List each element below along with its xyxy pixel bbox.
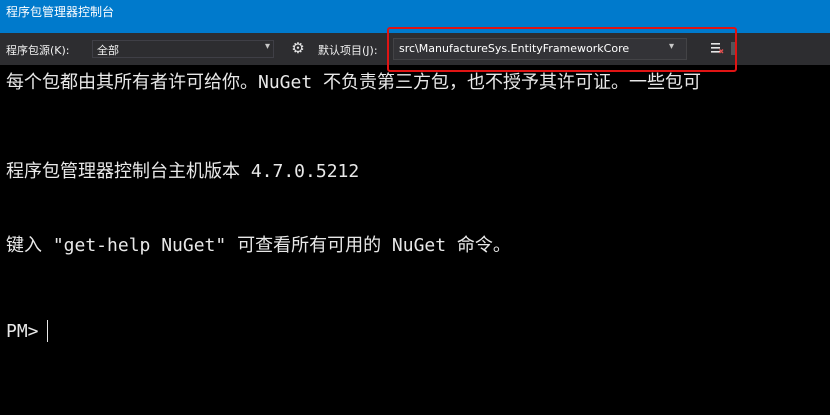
console-line: 键入 "get-help NuGet" 可查看所有可用的 NuGet 命令。	[6, 235, 511, 256]
chevron-down-icon[interactable]: ▾	[265, 41, 270, 52]
console-line: 程序包管理器控制台主机版本 4.7.0.5212	[6, 161, 360, 182]
package-source-value: 全部	[97, 44, 119, 57]
text-cursor	[46, 320, 48, 342]
package-source-dropdown[interactable]: 全部 ▾	[92, 40, 274, 58]
package-source-label: 程序包源(K):	[6, 44, 70, 57]
window-title: 程序包管理器控制台	[6, 5, 115, 19]
console-prompt-line[interactable]: PM>	[6, 320, 48, 344]
console-prompt: PM>	[6, 321, 39, 342]
gear-icon[interactable]: ⚙	[289, 39, 307, 57]
default-project-label: 默认项目(J):	[318, 44, 378, 57]
console-output[interactable]: 每个包都由其所有者许可给你。NuGet 不负责第三方包，也不授予其许可证。一些包…	[0, 65, 830, 415]
console-line: 每个包都由其所有者许可给你。NuGet 不负责第三方包，也不授予其许可证。一些包…	[6, 72, 702, 93]
